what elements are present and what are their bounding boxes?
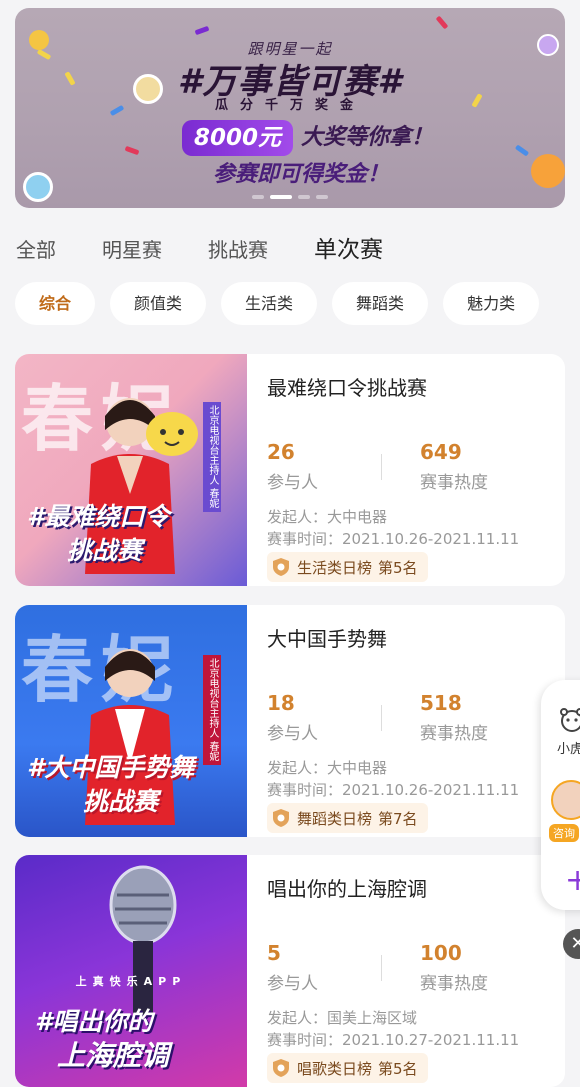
shield-icon <box>273 558 289 576</box>
banner-subtitle: 瓜分千万奖金 <box>214 98 365 113</box>
page: 跟明星一起 #万事皆可赛# 瓜分千万奖金 8000元 大奖等你拿！ 参赛即可得奖… <box>0 0 580 1087</box>
stat-divider <box>381 705 382 731</box>
carousel-dot-active[interactable] <box>270 195 292 199</box>
contest-time-text: 赛事时间：2021.10.26-2021.11.11 <box>267 781 520 799</box>
carousel-dot[interactable] <box>298 195 310 199</box>
heat-count: 518 <box>420 691 462 715</box>
rank-category: 舞蹈类日榜 <box>297 809 373 828</box>
prize-subtext: 参赛即可得奖金！ <box>212 162 389 187</box>
carousel-indicator[interactable] <box>15 195 565 199</box>
confetti-decoration <box>124 145 140 156</box>
category-tabs: 全部 明星赛 挑战赛 单次赛 <box>16 234 429 266</box>
plus-icon[interactable]: + <box>565 866 580 896</box>
contest-thumbnail[interactable]: 春妮 北京电视台主持人 春妮 #大中国手势舞 挑战赛 <box>15 605 247 837</box>
participants-count: 26 <box>267 440 295 464</box>
participants-count: 5 <box>267 941 281 965</box>
rank-badge: 舞蹈类日榜 第7名 <box>267 803 428 833</box>
thumbnail-side-label: 上真快乐APP <box>75 975 187 988</box>
heat-count: 649 <box>420 440 462 464</box>
contest-title: 大中国手势舞 <box>267 627 387 651</box>
heat-label: 赛事热度 <box>420 473 488 493</box>
thumbnail-side-label: 北京电视台主持人 春妮 <box>203 655 221 765</box>
tab-star[interactable]: 明星赛 <box>102 234 162 266</box>
microphone-icon <box>109 865 177 1015</box>
thumbnail-caption: #唱出你的 上海腔调 <box>27 1005 169 1073</box>
heat-label: 赛事热度 <box>420 974 488 994</box>
rank-position: 第5名 <box>378 558 418 577</box>
participants-label: 参与人 <box>267 473 318 493</box>
participants-label: 参与人 <box>267 724 318 744</box>
thumbnail-caption-line: 挑战赛 <box>83 787 159 816</box>
tab-single[interactable]: 单次赛 <box>314 234 383 266</box>
contest-card[interactable]: 春妮 北京电视台主持人 春妮 #大中国手势舞 挑战赛 大中国手势舞 18 参与人… <box>15 605 565 837</box>
carousel-dot[interactable] <box>252 195 264 199</box>
chip-life[interactable]: 生活类 <box>221 282 318 325</box>
shield-icon <box>273 1059 289 1077</box>
initiator-text: 发起人：大中电器 <box>267 759 388 777</box>
thumbnail-caption-line: #唱出你的 <box>35 1007 153 1036</box>
thumbnail-caption: #大中国手势舞 挑战赛 <box>27 751 194 819</box>
contest-card[interactable]: 上真快乐APP #唱出你的 上海腔调 唱出你的上海腔调 5 参与人 100 赛事… <box>15 855 565 1087</box>
rank-position: 第7名 <box>378 809 418 828</box>
thumbnail-caption-line: 挑战赛 <box>67 536 143 565</box>
contest-time-text: 赛事时间：2021.10.27-2021.11.11 <box>267 1031 520 1049</box>
contest-title: 最难绕口令挑战赛 <box>267 376 427 400</box>
rank-badge: 生活类日榜 第5名 <box>267 552 428 582</box>
tiger-icon <box>560 708 580 732</box>
prize-text: 大奖等你拿！ <box>301 125 434 150</box>
confetti-decoration <box>435 15 449 30</box>
contest-thumbnail[interactable]: 上真快乐APP #唱出你的 上海腔调 <box>15 855 247 1087</box>
thumbnail-side-label: 北京电视台主持人 春妮 <box>203 402 221 512</box>
heat-label: 赛事热度 <box>420 724 488 744</box>
contest-time-text: 赛事时间：2021.10.26-2021.11.11 <box>267 530 520 548</box>
heat-count: 100 <box>420 941 462 965</box>
close-icon[interactable]: ✕ <box>563 929 580 959</box>
participants-count: 18 <box>267 691 295 715</box>
avatar[interactable] <box>551 780 580 820</box>
filter-chips: 综合 颜值类 生活类 舞蹈类 魅力类 <box>15 282 540 325</box>
initiator-text: 发起人：国美上海区域 <box>267 1009 418 1027</box>
confetti-decoration <box>514 144 530 157</box>
assistant-widget[interactable]: 小虎 咨询 + <box>541 680 580 910</box>
thumbnail-caption-line: 上海腔调 <box>57 1039 170 1072</box>
rank-position: 第5名 <box>378 1059 418 1078</box>
participants-label: 参与人 <box>267 974 318 994</box>
tab-challenge[interactable]: 挑战赛 <box>208 234 268 266</box>
rank-category: 生活类日榜 <box>297 558 373 577</box>
stat-divider <box>381 454 382 480</box>
thumbnail-caption: #最难绕口令 挑战赛 <box>27 500 169 568</box>
consult-label[interactable]: 咨询 <box>549 824 579 842</box>
stat-divider <box>381 955 382 981</box>
prize-amount-badge: 8000元 <box>182 120 294 156</box>
chip-charm[interactable]: 魅力类 <box>443 282 540 325</box>
contest-thumbnail[interactable]: 春妮 北京电视台主持人 春妮 #最难绕口令 挑战赛 <box>15 354 247 586</box>
mascot-icon <box>146 412 198 456</box>
initiator-text: 发起人：大中电器 <box>267 508 388 526</box>
rank-badge: 唱歌类日榜 第5名 <box>267 1053 428 1083</box>
contest-card[interactable]: 春妮 北京电视台主持人 春妮 #最难绕口令 挑战赛 最难绕口令挑战赛 26 参与… <box>15 354 565 586</box>
chip-dance[interactable]: 舞蹈类 <box>332 282 429 325</box>
shield-icon <box>273 809 289 827</box>
confetti-decoration <box>194 25 210 36</box>
chip-looks[interactable]: 颜值类 <box>110 282 207 325</box>
tab-all[interactable]: 全部 <box>16 234 56 266</box>
thumbnail-caption-line: #最难绕口令 <box>27 502 170 531</box>
promo-banner[interactable]: 跟明星一起 #万事皆可赛# 瓜分千万奖金 8000元 大奖等你拿！ 参赛即可得奖… <box>15 8 565 208</box>
contest-title: 唱出你的上海腔调 <box>267 877 427 901</box>
carousel-dot[interactable] <box>316 195 328 199</box>
thumbnail-caption-line: #大中国手势舞 <box>27 753 195 782</box>
assistant-label: 小虎 <box>557 742 580 757</box>
chip-general[interactable]: 综合 <box>15 282 96 325</box>
rank-category: 唱歌类日榜 <box>297 1059 373 1078</box>
